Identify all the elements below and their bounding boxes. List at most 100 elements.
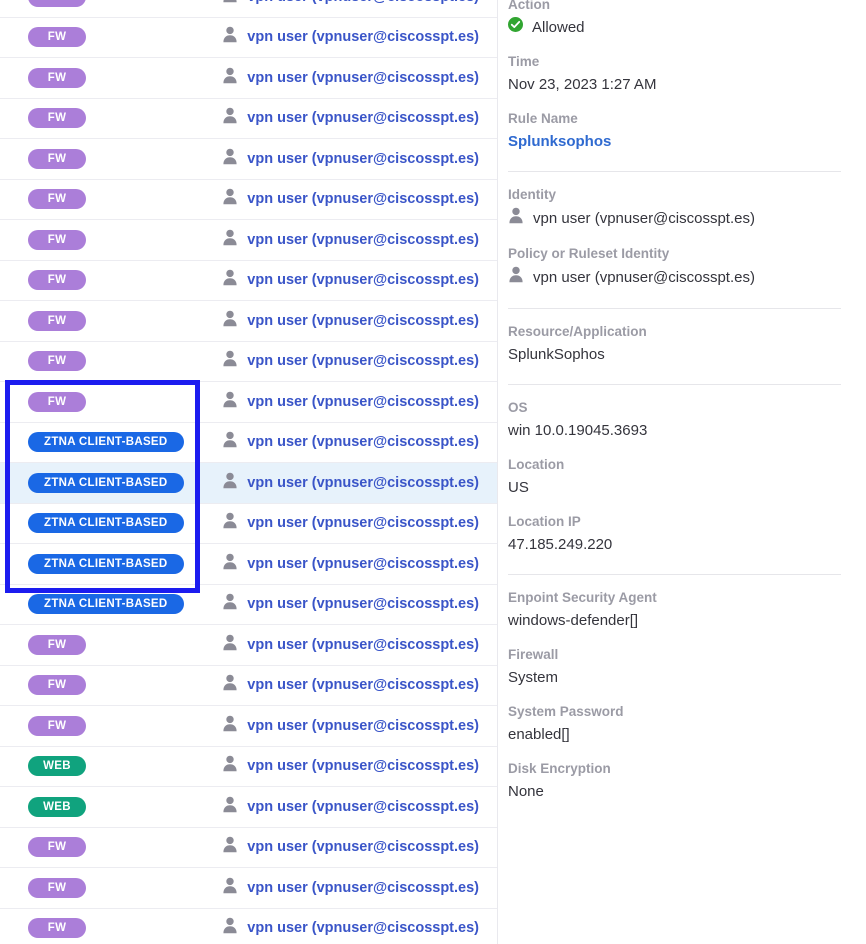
identity-link[interactable]: vpn user (vpnuser@ciscosspt.es) <box>247 799 479 815</box>
person-icon <box>222 26 238 48</box>
identity-link[interactable]: vpn user (vpnuser@ciscosspt.es) <box>247 556 479 572</box>
identity-value-row: vpn user (vpnuser@ciscosspt.es) <box>508 207 838 231</box>
identity-link[interactable]: vpn user (vpnuser@ciscosspt.es) <box>247 353 479 369</box>
activity-row[interactable]: FW vpn user (vpnuser@ciscosspt.es) <box>0 827 497 868</box>
identity-link[interactable]: vpn user (vpnuser@ciscosspt.es) <box>247 151 479 167</box>
identity-link[interactable]: vpn user (vpnuser@ciscosspt.es) <box>247 880 479 896</box>
activity-type-badge: FW <box>28 877 86 898</box>
identity-link[interactable]: vpn user (vpnuser@ciscosspt.es) <box>247 70 479 86</box>
activity-list-panel[interactable]: FW vpn user (vpnuser@ciscosspt.es) FW vpn u… <box>0 0 497 944</box>
person-icon <box>222 350 238 372</box>
activity-row[interactable]: FW vpn user (vpnuser@ciscosspt.es) <box>0 382 497 423</box>
identity-value[interactable]: vpn user (vpnuser@ciscosspt.es) <box>533 208 755 230</box>
detail-divider-3 <box>508 384 841 385</box>
badge-cell: FW <box>0 918 210 939</box>
disk-encryption-label: Disk Encryption <box>508 761 611 776</box>
activity-type-badge: FW <box>28 108 86 129</box>
person-icon <box>222 917 238 939</box>
badge-cell: ZTNA CLIENT-BASED <box>0 472 210 493</box>
identity-link[interactable]: vpn user (vpnuser@ciscosspt.es) <box>247 29 479 45</box>
badge-cell: FW <box>0 67 210 88</box>
activity-type-badge: ZTNA CLIENT-BASED <box>28 472 184 493</box>
activity-type-badge: FW <box>28 918 86 939</box>
person-icon <box>222 593 238 615</box>
person-icon <box>222 877 238 899</box>
os-value: win 10.0.19045.3693 <box>508 422 648 439</box>
identity-link[interactable]: vpn user (vpnuser@ciscosspt.es) <box>247 475 479 491</box>
identity-cell: vpn user (vpnuser@ciscosspt.es) <box>210 431 497 453</box>
badge-cell: FW <box>0 270 210 291</box>
identity-cell: vpn user (vpnuser@ciscosspt.es) <box>210 148 497 170</box>
activity-row[interactable]: FW vpn user (vpnuser@ciscosspt.es) <box>0 0 497 18</box>
activity-row[interactable]: FW vpn user (vpnuser@ciscosspt.es) <box>0 706 497 747</box>
badge-cell: WEB <box>0 756 210 777</box>
activity-row[interactable]: WEB vpn user (vpnuser@ciscosspt.es) <box>0 787 497 828</box>
identity-cell: vpn user (vpnuser@ciscosspt.es) <box>210 715 497 737</box>
identity-cell: vpn user (vpnuser@ciscosspt.es) <box>210 26 497 48</box>
event-detail-panel: Action Allowed Time Nov 23, 2023 1:27 AM… <box>498 0 866 944</box>
identity-link[interactable]: vpn user (vpnuser@ciscosspt.es) <box>247 110 479 126</box>
activity-type-badge: FW <box>28 229 86 250</box>
identity-link[interactable]: vpn user (vpnuser@ciscosspt.es) <box>247 758 479 774</box>
activity-row[interactable]: FW vpn user (vpnuser@ciscosspt.es) <box>0 260 497 301</box>
activity-row[interactable]: ZTNA CLIENT-BASED vpn user (vpnuser@cisco… <box>0 422 497 463</box>
activity-row[interactable]: FW vpn user (vpnuser@ciscosspt.es) <box>0 220 497 261</box>
identity-link[interactable]: vpn user (vpnuser@ciscosspt.es) <box>247 0 479 5</box>
activity-row[interactable]: FW vpn user (vpnuser@ciscosspt.es) <box>0 341 497 382</box>
identity-link[interactable]: vpn user (vpnuser@ciscosspt.es) <box>247 677 479 693</box>
identity-link[interactable]: vpn user (vpnuser@ciscosspt.es) <box>247 718 479 734</box>
action-value: Allowed <box>532 19 585 36</box>
activity-row[interactable]: FW vpn user (vpnuser@ciscosspt.es) <box>0 625 497 666</box>
activity-row[interactable]: ZTNA CLIENT-BASED vpn user (vpnuser@cisco… <box>0 584 497 625</box>
person-icon <box>222 188 238 210</box>
identity-link[interactable]: vpn user (vpnuser@ciscosspt.es) <box>247 313 479 329</box>
badge-cell: FW <box>0 391 210 412</box>
activity-row[interactable]: FW vpn user (vpnuser@ciscosspt.es) <box>0 98 497 139</box>
activity-row[interactable]: ZTNA CLIENT-BASED vpn user (vpnuser@cisco… <box>0 544 497 585</box>
identity-link[interactable]: vpn user (vpnuser@ciscosspt.es) <box>247 394 479 410</box>
activity-row[interactable]: FW vpn user (vpnuser@ciscosspt.es) <box>0 58 497 99</box>
badge-cell: FW <box>0 189 210 210</box>
activity-type-badge: FW <box>28 351 86 372</box>
activity-type-badge: WEB <box>28 756 86 777</box>
activity-row[interactable]: FW vpn user (vpnuser@ciscosspt.es) <box>0 868 497 909</box>
person-icon <box>222 67 238 89</box>
person-icon <box>222 796 238 818</box>
person-icon <box>222 310 238 332</box>
activity-type-badge: ZTNA CLIENT-BASED <box>28 513 184 534</box>
activity-type-badge: WEB <box>28 796 86 817</box>
activity-row[interactable]: FW vpn user (vpnuser@ciscosspt.es) <box>0 301 497 342</box>
identity-link[interactable]: vpn user (vpnuser@ciscosspt.es) <box>247 232 479 248</box>
activity-row[interactable]: FW vpn user (vpnuser@ciscosspt.es) <box>0 665 497 706</box>
badge-cell: FW <box>0 108 210 129</box>
identity-link[interactable]: vpn user (vpnuser@ciscosspt.es) <box>247 434 479 450</box>
identity-link[interactable]: vpn user (vpnuser@ciscosspt.es) <box>247 637 479 653</box>
identity-link[interactable]: vpn user (vpnuser@ciscosspt.es) <box>247 596 479 612</box>
policy-identity-value[interactable]: vpn user (vpnuser@ciscosspt.es) <box>533 267 755 289</box>
identity-link[interactable]: vpn user (vpnuser@ciscosspt.es) <box>247 191 479 207</box>
person-icon <box>222 553 238 575</box>
identity-cell: vpn user (vpnuser@ciscosspt.es) <box>210 634 497 656</box>
activity-row[interactable]: FW vpn user (vpnuser@ciscosspt.es) <box>0 139 497 180</box>
activity-row[interactable]: FW vpn user (vpnuser@ciscosspt.es) <box>0 908 497 944</box>
activity-row[interactable]: FW vpn user (vpnuser@ciscosspt.es) <box>0 179 497 220</box>
activity-type-badge: FW <box>28 270 86 291</box>
identity-link[interactable]: vpn user (vpnuser@ciscosspt.es) <box>247 920 479 936</box>
badge-cell: FW <box>0 148 210 169</box>
activity-row[interactable]: WEB vpn user (vpnuser@ciscosspt.es) <box>0 746 497 787</box>
system-password-label: System Password <box>508 704 624 719</box>
activity-row[interactable]: ZTNA CLIENT-BASED vpn user (vpnuser@cisco… <box>0 463 497 504</box>
identity-link[interactable]: vpn user (vpnuser@ciscosspt.es) <box>247 839 479 855</box>
action-value-row: Allowed <box>508 17 838 39</box>
person-icon <box>222 634 238 656</box>
identity-link[interactable]: vpn user (vpnuser@ciscosspt.es) <box>247 515 479 531</box>
badge-cell: ZTNA CLIENT-BASED <box>0 553 210 574</box>
rule-name-value[interactable]: Splunksophos <box>508 131 838 153</box>
activity-type-badge: ZTNA CLIENT-BASED <box>28 594 184 615</box>
identity-link[interactable]: vpn user (vpnuser@ciscosspt.es) <box>247 272 479 288</box>
activity-row[interactable]: ZTNA CLIENT-BASED vpn user (vpnuser@cisco… <box>0 503 497 544</box>
identity-cell: vpn user (vpnuser@ciscosspt.es) <box>210 0 497 8</box>
activity-row[interactable]: FW vpn user (vpnuser@ciscosspt.es) <box>0 17 497 58</box>
check-circle-icon <box>508 17 523 39</box>
identity-cell: vpn user (vpnuser@ciscosspt.es) <box>210 796 497 818</box>
